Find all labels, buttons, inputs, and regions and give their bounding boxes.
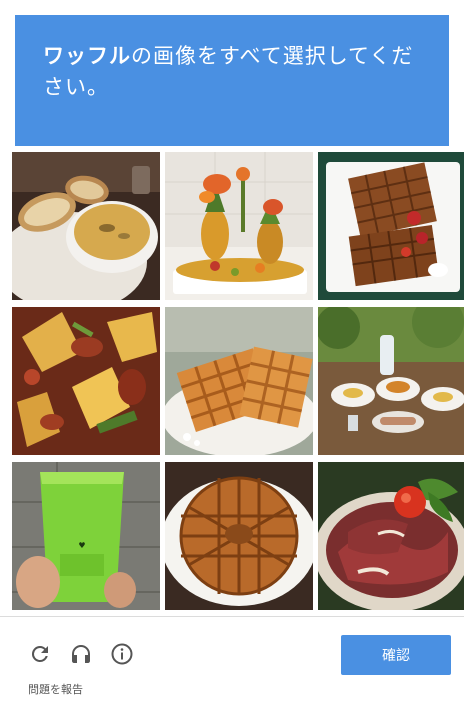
image-tile-8[interactable] [165,462,313,610]
image-tile-1[interactable] [12,152,160,300]
image-tile-7[interactable]: ♥ [12,462,160,610]
image-tile-2[interactable] [165,152,313,300]
image-tile-9[interactable] [318,462,464,610]
image-tile-3[interactable] [318,152,464,300]
instruction-header: ワッフルの画像をすべて選択してください。 [15,15,449,146]
tile-7-image: ♥ [12,462,160,610]
tile-8-image [165,462,313,610]
instruction-text: ワッフルの画像をすべて選択してください。 [43,41,425,103]
tile-3-image [318,152,464,300]
tile-5-image [165,307,313,455]
tile-6-image [318,307,464,455]
audio-challenge-button[interactable] [67,640,95,668]
help-button[interactable] [108,640,136,668]
image-tile-4[interactable] [12,307,160,455]
info-icon [111,643,133,665]
footer-divider [0,616,464,617]
tile-1-image [12,152,160,300]
captcha-dialog: ワッフルの画像をすべて選択してください。 ♥ 確認 問題を報告 [0,0,464,702]
tile-2-image [165,152,313,300]
image-grid: ♥ [12,152,464,612]
image-tile-5[interactable] [165,307,313,455]
instruction-keyword: ワッフル [43,44,131,68]
image-tile-6[interactable] [318,307,464,455]
tile-9-image [318,462,464,610]
reload-button[interactable] [26,640,54,668]
svg-text:♥: ♥ [78,541,85,550]
report-problem-link[interactable]: 問題を報告 [28,681,83,697]
headphones-icon [72,645,90,663]
verify-button[interactable]: 確認 [341,635,451,675]
reload-icon [31,646,48,662]
tile-4-image [12,307,160,455]
